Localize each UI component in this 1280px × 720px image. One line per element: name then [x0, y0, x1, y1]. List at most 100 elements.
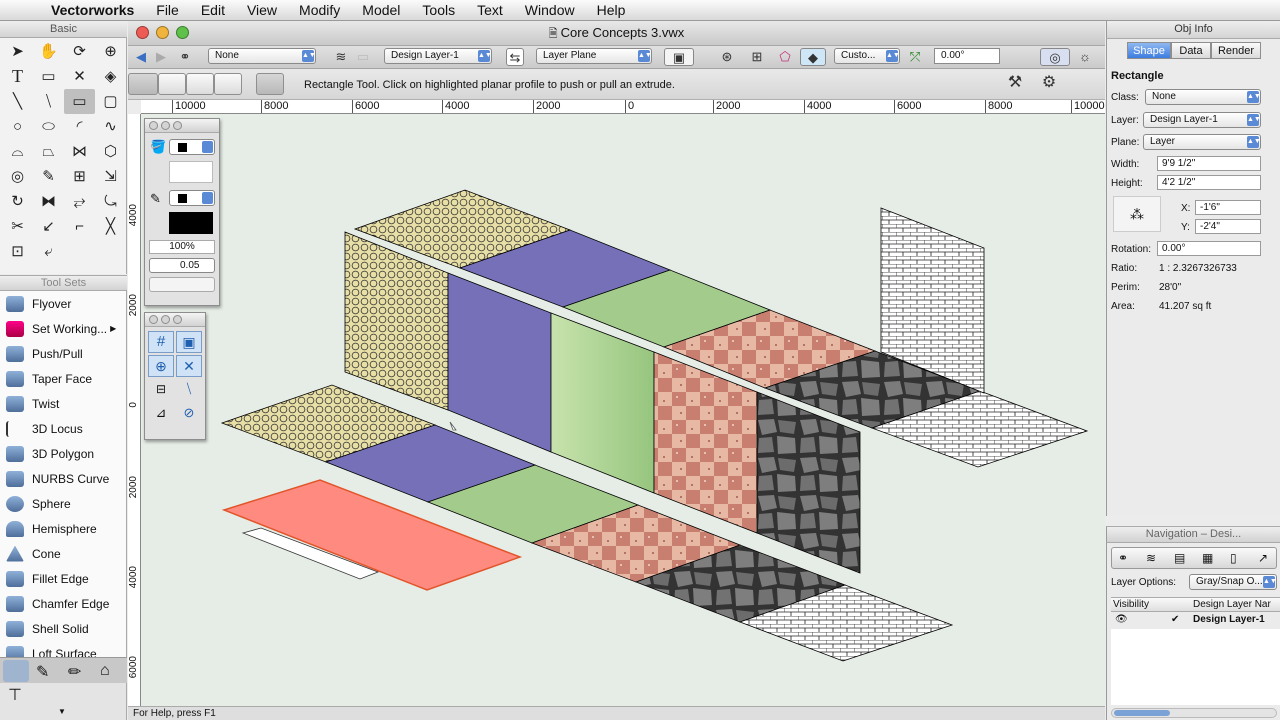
x-tool-icon[interactable]: ✕ [64, 64, 95, 89]
smart-edge-icon[interactable]: ⊿ [148, 403, 174, 425]
zoom-palette-button[interactable] [173, 315, 182, 324]
scrollbar-thumb[interactable] [1114, 710, 1170, 716]
menu-tools[interactable]: Tools [411, 2, 466, 18]
sheet-layers-tab-icon[interactable]: ▤ [1174, 551, 1185, 565]
cube-view-icon[interactable]: ◆ [800, 48, 826, 66]
classes-tab-icon[interactable]: ⚭ [1118, 551, 1128, 565]
rotation-field[interactable]: 0.00° [934, 48, 1000, 64]
line-weight-popup[interactable]: 0.05 [149, 258, 215, 273]
app-menu[interactable]: Vectorworks [40, 2, 145, 18]
push-pull-mode-icon[interactable] [256, 73, 284, 95]
tool-3d-locus[interactable]: 3D Locus [0, 416, 126, 441]
preferences-gear-icon[interactable]: ⚙ [1040, 74, 1058, 92]
menu-view[interactable]: View [236, 2, 288, 18]
flyover-tool-icon[interactable]: ⟳ [64, 39, 95, 64]
callout-tool-icon[interactable]: ▭ [33, 64, 64, 89]
dims-toolset-icon[interactable]: ⊤ [8, 685, 22, 705]
line-tool-icon[interactable]: ╲ [2, 89, 33, 114]
menu-help[interactable]: Help [586, 2, 637, 18]
smart-points-icon[interactable]: ⊟ [148, 379, 174, 401]
saved-views-tab-icon[interactable]: ▯ [1230, 551, 1237, 565]
minimize-palette-button[interactable] [161, 121, 170, 130]
plane-popup[interactable]: Layer Plane ▲▼ [536, 48, 652, 64]
3d-modeling-toolset-icon[interactable] [3, 660, 29, 682]
menu-text[interactable]: Text [466, 2, 514, 18]
render-icon[interactable]: ⊞ [748, 48, 766, 66]
back-arrow-icon[interactable]: ◀ [132, 48, 150, 66]
tool-taper-face[interactable]: Taper Face [0, 366, 126, 391]
snap-to-grid-icon[interactable]: # [148, 331, 174, 353]
layer-name-column-header[interactable]: Design Layer Nar [1193, 598, 1271, 612]
rotation-field[interactable]: 0.00° [1157, 241, 1261, 256]
snap-to-angle-icon[interactable]: ⊕ [148, 355, 174, 377]
standard-view-icon[interactable]: ▣ [664, 48, 694, 66]
minimize-palette-button[interactable] [161, 315, 170, 324]
annotation-toolset-icon[interactable]: ✎ [36, 662, 49, 682]
visualization-toolset-icon[interactable]: ✏ [68, 662, 81, 682]
working-plane-icon[interactable]: ⇆ [506, 48, 524, 66]
pen-color-swatch[interactable] [169, 212, 213, 234]
menu-model[interactable]: Model [351, 2, 411, 18]
text-tool-icon[interactable]: T [2, 64, 33, 89]
plane-field[interactable]: Layer ▲▼ [1143, 134, 1261, 150]
height-field[interactable]: 4'2 1/2" [1157, 175, 1261, 190]
pen-icon[interactable]: ✎ [150, 191, 161, 207]
layers-tab-icon[interactable]: ≋ [1146, 551, 1156, 565]
forward-arrow-icon[interactable]: ▶ [152, 48, 170, 66]
layer-field[interactable]: Design Layer-1 ▲▼ [1143, 112, 1261, 128]
y-field[interactable]: -2'4" [1195, 219, 1261, 234]
spiral-tool-icon[interactable]: ◎ [2, 164, 33, 189]
layer-options-icon[interactable]: ▭ [354, 48, 372, 66]
leader-tool-icon[interactable]: ⤶ [33, 239, 64, 264]
freehand-tool-icon[interactable]: ∿ [95, 114, 126, 139]
viewports-tab-icon[interactable]: ▦ [1202, 551, 1213, 565]
tool-hemisphere[interactable]: Hemisphere [0, 516, 126, 541]
tab-render[interactable]: Render [1211, 42, 1261, 59]
zoom-palette-button[interactable] [173, 121, 182, 130]
x-field[interactable]: -1'6" [1195, 200, 1261, 215]
fill-style-popup[interactable] [169, 139, 215, 155]
rounded-rectangle-tool-icon[interactable]: ▢ [95, 89, 126, 114]
snap-to-tangent-icon[interactable]: ⊘ [176, 403, 202, 425]
tool-flyover[interactable]: Flyover [0, 291, 126, 316]
tool-cone[interactable]: Cone [0, 541, 126, 566]
class-icon[interactable]: ⚭ [176, 48, 194, 66]
tool-nurbs-curve[interactable]: NURBS Curve [0, 466, 126, 491]
width-field[interactable]: 9'9 1/2" [1157, 156, 1261, 171]
split-tool-icon[interactable]: ✂ [2, 214, 33, 239]
snap-to-distance-icon[interactable]: ⧹ [176, 379, 202, 401]
tool-fillet-edge[interactable]: Fillet Edge [0, 566, 126, 591]
rotate-tool-icon[interactable]: ↻ [2, 189, 33, 214]
mirror-tool-icon[interactable]: ⧓ [33, 189, 64, 214]
visibility-eye-icon[interactable]: 👁 [1115, 613, 1128, 627]
circle-tool-icon[interactable]: ○ [2, 114, 33, 139]
rectangle-tool-icon[interactable]: ▭ [64, 89, 95, 114]
reference-point-icon[interactable]: ⁂ [1113, 196, 1161, 232]
arc-tool-icon[interactable]: ◜ [64, 114, 95, 139]
lighting-icon[interactable]: ☼ [1076, 48, 1094, 66]
projection-icon[interactable]: ⬠ [776, 48, 794, 66]
regular-polygon-tool-icon[interactable]: ⬡ [95, 139, 126, 164]
clip-tool-icon[interactable]: ╳ [95, 214, 126, 239]
menu-file[interactable]: File [145, 2, 190, 18]
close-palette-button[interactable] [149, 315, 158, 324]
oval-tool-icon[interactable]: ⬭ [33, 114, 64, 139]
double-line-tool-icon[interactable]: ⧹ [33, 89, 64, 114]
fill-color-swatch[interactable] [169, 161, 213, 183]
tool-set-working-plane[interactable]: Set Working... ▶ [0, 316, 126, 341]
menu-modify[interactable]: Modify [288, 2, 351, 18]
render-mode-icon[interactable]: ◎ [1040, 48, 1070, 66]
eyedropper-tool-icon[interactable]: ✎ [33, 164, 64, 189]
selection-tool-icon[interactable]: ➤ [2, 39, 33, 64]
rectangle-mode-diagonal-icon[interactable] [186, 73, 214, 95]
horizontal-scrollbar[interactable] [1111, 708, 1277, 718]
building-toolset-icon[interactable]: ⌂ [100, 662, 110, 680]
layer-popup[interactable]: Design Layer-1 ▲▼ [384, 48, 492, 64]
layer-row[interactable]: 👁 ✔ Design Layer-1 [1111, 613, 1280, 628]
menu-window[interactable]: Window [514, 2, 586, 18]
layer-stack-icon[interactable]: ≋ [332, 48, 350, 66]
close-palette-button[interactable] [149, 121, 158, 130]
class-popup[interactable]: None ▲▼ [208, 48, 316, 64]
move-by-points-icon[interactable]: ⇲ [95, 164, 126, 189]
snap-to-object-icon[interactable]: ▣ [176, 331, 202, 353]
